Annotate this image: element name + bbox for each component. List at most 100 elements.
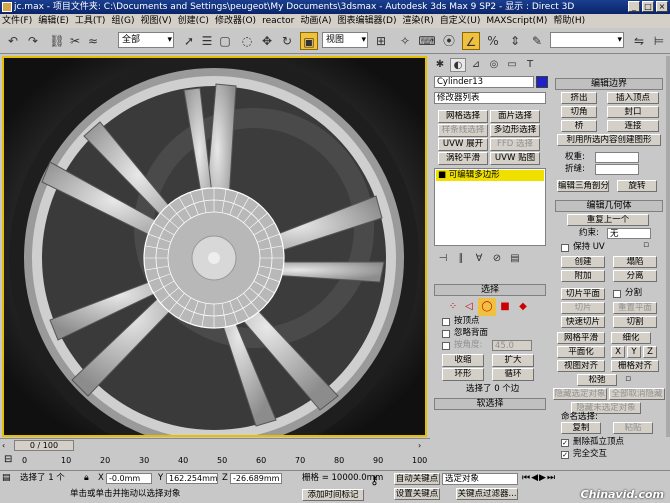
slider-prev-icon[interactable]: ‹ [2, 440, 12, 451]
reset-plane-button[interactable]: 重置平面 [613, 302, 657, 314]
unhide-all-button[interactable]: 全部取消隐藏 [609, 388, 665, 400]
selection-region-icon[interactable]: ▢ [216, 32, 234, 50]
full-interactivity-checkbox[interactable]: ✓ [561, 451, 569, 459]
spinner-snap-icon[interactable]: ⇕ [506, 32, 524, 50]
key-filters-button[interactable]: 关键点过滤器... [456, 488, 518, 500]
menu-create[interactable]: 创建(C) [176, 14, 213, 28]
select-rotate-icon[interactable]: ↻ [278, 32, 296, 50]
mini-curve-editor-icon[interactable]: ⊟ [4, 454, 12, 465]
menu-tools[interactable]: 工具(T) [73, 14, 110, 28]
edit-named-selection-icon[interactable]: ✎ [528, 32, 546, 50]
panel-scrollbar[interactable] [666, 56, 670, 437]
display-tab-icon[interactable]: ▭ [504, 58, 520, 72]
playback-controls-icon[interactable]: ⏮◀▶⏭ [522, 473, 556, 483]
add-time-tag-button[interactable]: 添加时间标记 [302, 489, 364, 501]
selection-filter-dropdown[interactable]: 全部 [118, 32, 174, 48]
align-icon[interactable]: ⊨ [650, 32, 668, 50]
edge-subobject-icon[interactable]: ◁ [460, 298, 478, 316]
crease-input[interactable] [595, 164, 639, 175]
configure-sets-icon[interactable]: ▤ [506, 250, 524, 268]
create-shape-button[interactable]: 利用所选内容创建图形 [557, 134, 661, 146]
slice-plane-button[interactable]: 切片平面 [561, 288, 605, 300]
hierarchy-tab-icon[interactable]: ⊿ [468, 58, 484, 72]
soft-selection-rollout-header[interactable]: 软选择 [434, 398, 546, 410]
split-checkbox[interactable] [613, 290, 621, 298]
attach-button[interactable]: 附加 [561, 270, 605, 282]
track-bar[interactable]: ⊟ 0 10 20 30 40 50 60 70 80 90 100 [0, 452, 430, 470]
menu-customize[interactable]: 自定义(U) [438, 14, 485, 28]
stack-item-editable-poly[interactable]: ■ 可编辑多边形 [436, 170, 544, 181]
detach-button[interactable]: 分离 [613, 270, 657, 282]
set-key-button[interactable]: 设置关键点 [394, 488, 440, 500]
quickslice-button[interactable]: 快速切片 [561, 316, 605, 328]
undo-icon[interactable]: ↶ [4, 32, 22, 50]
shrink-button[interactable]: 收缩 [442, 354, 484, 367]
cap-button[interactable]: 封口 [607, 106, 659, 118]
lock-selection-icon[interactable]: 🔒︎ [84, 473, 89, 483]
meshsmooth-button[interactable]: 网格平滑 [557, 332, 605, 344]
set-key-icon[interactable]: ⚷ [370, 473, 379, 487]
cut-button[interactable]: 切割 [613, 316, 657, 328]
planar-z-button[interactable]: Z [643, 346, 657, 358]
ignore-backfacing-checkbox[interactable] [442, 330, 450, 338]
menu-animation[interactable]: 动画(A) [298, 14, 335, 28]
relax-button[interactable]: 松弛 [577, 374, 617, 386]
object-color-swatch[interactable] [536, 76, 548, 88]
patch-select-button[interactable]: 面片选择 [490, 110, 540, 123]
grow-button[interactable]: 扩大 [492, 354, 534, 367]
reference-coord-dropdown[interactable]: 视图 [322, 32, 368, 48]
by-angle-checkbox[interactable] [442, 342, 450, 350]
turn-button[interactable]: 旋转 [617, 180, 657, 192]
select-scale-icon[interactable]: ▣ [300, 32, 318, 50]
menu-edit[interactable]: 编辑(E) [36, 14, 73, 28]
maxscript-listener-icon[interactable]: ▤ [2, 473, 16, 485]
key-selection-dropdown[interactable]: 选定对象 [442, 473, 518, 485]
y-coord-input[interactable]: 162.254mm [166, 473, 218, 484]
insert-vertex-button[interactable]: 插入顶点 [607, 92, 659, 104]
time-slider-thumb[interactable]: 0 / 100 [14, 440, 74, 451]
unwrap-uvw-button[interactable]: UVW 展开 [438, 138, 488, 151]
create-tab-icon[interactable]: ✱ [432, 58, 448, 72]
weight-input[interactable] [595, 152, 639, 163]
extrude-button[interactable]: 挤出 [561, 92, 597, 104]
paste-button[interactable]: 粘贴 [613, 422, 653, 434]
object-name-input[interactable]: Cylinder13 [434, 76, 534, 88]
menu-maxscript[interactable]: MAXScript(M) [484, 14, 551, 28]
by-vertex-checkbox[interactable] [442, 318, 450, 326]
ffd-select-button[interactable]: FFD 选择 [490, 138, 540, 151]
edit-triangulation-button[interactable]: 编辑三角剖分 [557, 180, 609, 192]
edit-geometry-rollout-header[interactable]: 编辑几何体 [555, 200, 663, 212]
grid-align-button[interactable]: 栅格对齐 [611, 360, 659, 372]
slice-button[interactable]: 切片 [561, 302, 605, 314]
time-slider[interactable]: ‹ 0 / 100 › [0, 438, 430, 452]
ring-button[interactable]: 环形 [442, 368, 484, 381]
unlink-icon[interactable]: ✂ [66, 32, 84, 50]
tessellate-button[interactable]: 细化 [611, 332, 651, 344]
copy-button[interactable]: 复制 [561, 422, 601, 434]
repeat-last-button[interactable]: 重复上一个 [567, 214, 649, 226]
pivot-center-icon[interactable]: ⊞ [372, 32, 390, 50]
percent-snap-icon[interactable]: % [484, 32, 502, 50]
relax-settings-icon[interactable]: ▫ [619, 372, 637, 386]
menu-rendering[interactable]: 渲染(R) [400, 14, 437, 28]
menu-graph-editors[interactable]: 图表编辑器(D) [336, 14, 401, 28]
show-end-result-icon[interactable]: ∥ [452, 250, 470, 268]
spline-select-button[interactable]: 样条线选择 [438, 124, 488, 137]
chamfer-button[interactable]: 切角 [561, 106, 597, 118]
select-object-icon[interactable]: ➚ [180, 32, 198, 50]
close-button[interactable]: × [656, 1, 668, 12]
loop-button[interactable]: 循环 [492, 368, 534, 381]
preserve-uv-settings-icon[interactable]: ▫ [637, 238, 655, 252]
planar-y-button[interactable]: Y [627, 346, 641, 358]
select-link-icon[interactable]: ⛓ [48, 32, 66, 50]
select-by-name-icon[interactable]: ☰ [198, 32, 216, 50]
remove-modifier-icon[interactable]: ⊘ [488, 250, 506, 268]
modifier-list-dropdown[interactable]: 修改器列表 [434, 92, 546, 104]
perspective-viewport[interactable] [2, 56, 427, 437]
connect-button[interactable]: 连接 [607, 120, 659, 132]
snaps-toggle-icon[interactable]: ⦿ [440, 32, 458, 50]
redo-icon[interactable]: ↷ [24, 32, 42, 50]
keyboard-shortcut-icon[interactable]: ⌨ [418, 32, 436, 50]
hide-selected-button[interactable]: 隐藏选定对象 [553, 388, 607, 400]
auto-key-button[interactable]: 自动关键点 [394, 473, 440, 485]
